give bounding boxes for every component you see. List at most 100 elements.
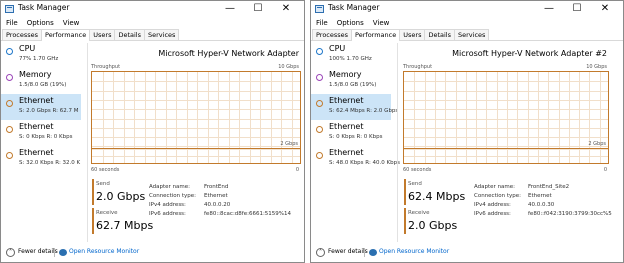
ipv4-address-value: 40.0.0.30 — [528, 202, 555, 208]
sidebar-item-detail: 100% 1.70 GHz — [329, 56, 372, 62]
minimize-icon[interactable]: — — [535, 1, 563, 17]
throughput-trace — [92, 148, 300, 150]
window-title: Task Manager — [18, 3, 70, 12]
sidebar-item-memory[interactable]: Memory 1.5/8.0 GB (19%) — [311, 68, 391, 94]
send-value: 2.0 Gbps — [96, 190, 146, 203]
sidebar-item-cpu[interactable]: CPU 100% 1.70 GHz — [311, 42, 391, 68]
send-value: 62.4 Mbps — [408, 190, 466, 203]
resource-ring-icon — [6, 48, 13, 55]
sidebar-item-detail: S: 2.0 Gbps R: 62.7 M — [19, 108, 79, 114]
connection-type-value: Ethernet — [528, 193, 552, 199]
sidebar-item-detail: S: 0 Kbps R: 0 Kbps — [19, 134, 73, 140]
throughput-label: Throughput — [403, 64, 433, 70]
menu-bar: File Options View — [311, 18, 623, 29]
sidebar-item-ethernet[interactable]: Ethernet S: 2.0 Gbps R: 62.7 M — [1, 94, 81, 120]
sidebar-item-name: CPU — [19, 44, 36, 53]
throughput-label: Throughput — [91, 64, 121, 70]
receive-indicator — [92, 208, 94, 234]
sidebar-item-ethernet[interactable]: Ethernet S: 48.0 Kbps R: 40.0 Kbps — [311, 146, 400, 172]
window-footer: ˄ Fewer details Open Resource Monitor — [1, 244, 304, 262]
adapter-title: Microsoft Hyper-V Network Adapter #2 — [452, 49, 607, 58]
title-bar[interactable]: Task Manager — ☐ ✕ — [1, 1, 304, 17]
menu-options[interactable]: Options — [27, 18, 54, 29]
tab-users[interactable]: Users — [399, 29, 426, 40]
adapter-name-label: Adapter name: — [474, 184, 516, 190]
throughput-trace — [404, 148, 608, 150]
resource-monitor-icon[interactable] — [369, 249, 377, 256]
ipv4-address-label: IPv4 address: — [474, 202, 511, 208]
sidebar-item-ethernet[interactable]: Ethernet S: 0 Kbps R: 0 Kbps — [311, 120, 391, 146]
chevron-up-icon[interactable]: ˄ — [6, 248, 15, 257]
scale-top-label: 10 Gbps — [586, 64, 607, 70]
receive-label: Receive — [408, 210, 430, 216]
tab-performance[interactable]: Performance — [41, 29, 91, 41]
minimize-icon[interactable]: — — [216, 1, 244, 17]
sidebar-divider — [87, 43, 88, 242]
chevron-up-icon[interactable]: ˄ — [316, 248, 325, 257]
menu-file[interactable]: File — [6, 18, 18, 29]
maximize-icon[interactable]: ☐ — [563, 1, 591, 17]
window-title: Task Manager — [328, 3, 380, 12]
ipv6-address-label: IPv6 address: — [474, 211, 511, 217]
tab-performance[interactable]: Performance — [351, 29, 401, 41]
task-manager-window-left: Task Manager — ☐ ✕ File Options View Processes P… — [0, 0, 305, 263]
sidebar-item-detail: S: 0 Kbps R: 0 Kbps — [329, 134, 383, 140]
fewer-details-link[interactable]: Fewer details — [18, 248, 58, 255]
resource-ring-icon — [6, 100, 13, 107]
sidebar-item-memory[interactable]: Memory 1.5/8.0 GB (19%) — [1, 68, 81, 94]
resource-ring-icon — [316, 74, 323, 81]
sidebar-item-ethernet[interactable]: Ethernet S: 0 Kbps R: 0 Kbps — [1, 120, 81, 146]
performance-sidebar: CPU 100% 1.70 GHz Memory 1.5/8.0 GB (19%) Et… — [311, 42, 400, 244]
resource-ring-icon — [6, 152, 13, 159]
menu-view[interactable]: View — [63, 18, 80, 29]
menu-file[interactable]: File — [316, 18, 328, 29]
sidebar-item-name: Memory — [329, 70, 362, 79]
menu-bar: File Options View — [1, 18, 304, 29]
receive-value: 62.7 Mbps — [96, 219, 154, 232]
tab-details[interactable]: Details — [114, 29, 145, 40]
open-resource-monitor-link[interactable]: Open Resource Monitor — [69, 248, 139, 255]
ipv6-address-value: fe80::8cac:d8fe:6661:5159%14 — [204, 211, 292, 217]
close-icon[interactable]: ✕ — [272, 1, 300, 17]
sidebar-item-name: CPU — [329, 44, 346, 53]
tab-details[interactable]: Details — [424, 29, 455, 40]
maximize-icon[interactable]: ☐ — [244, 1, 272, 17]
time-span-label: 60 seconds — [403, 167, 432, 173]
sidebar-item-cpu[interactable]: CPU 77% 1.70 GHz — [1, 42, 81, 68]
sidebar-item-detail: S: 62.4 Mbps R: 2.0 Gbps — [329, 108, 399, 114]
resource-ring-icon — [316, 48, 323, 55]
fewer-details-link[interactable]: Fewer details — [328, 248, 368, 255]
time-zero-label: 0 — [603, 167, 607, 173]
window-footer: ˄ Fewer details Open Resource Monitor — [311, 244, 623, 262]
receive-value: 2.0 Gbps — [408, 219, 458, 232]
send-indicator — [404, 179, 406, 205]
send-indicator — [92, 179, 94, 205]
resource-monitor-icon[interactable] — [59, 249, 67, 256]
connection-type-label: Connection type: — [474, 193, 522, 199]
window-controls: — ☐ ✕ — [535, 1, 619, 17]
window-controls: — ☐ ✕ — [216, 1, 300, 17]
footer-divider — [54, 248, 55, 257]
title-bar[interactable]: Task Manager — ☐ ✕ — [311, 1, 623, 17]
screenshot-root: Task Manager — ☐ ✕ File Options View Processes P… — [0, 0, 624, 263]
ipv4-address-value: 40.0.0.20 — [204, 202, 231, 208]
menu-view[interactable]: View — [373, 18, 390, 29]
tab-processes[interactable]: Processes — [2, 29, 43, 40]
tab-services[interactable]: Services — [144, 29, 180, 40]
menu-options[interactable]: Options — [337, 18, 364, 29]
sidebar-item-ethernet[interactable]: Ethernet S: 62.4 Mbps R: 2.0 Gbps — [311, 94, 398, 120]
sidebar-item-detail: S: 48.0 Kbps R: 40.0 Kbps — [329, 160, 400, 166]
footer-divider — [364, 248, 365, 257]
tab-processes[interactable]: Processes — [312, 29, 353, 40]
ipv4-address-label: IPv4 address: — [149, 202, 186, 208]
tab-services[interactable]: Services — [454, 29, 490, 40]
sidebar-item-detail: S: 32.0 Kbps R: 32.0 K — [19, 160, 81, 166]
adapter-name-label: Adapter name: — [149, 184, 191, 190]
sidebar-item-ethernet[interactable]: Ethernet S: 32.0 Kbps R: 32.0 K — [1, 146, 81, 172]
close-icon[interactable]: ✕ — [591, 1, 619, 17]
scale-top-label: 10 Gbps — [278, 64, 299, 70]
open-resource-monitor-link[interactable]: Open Resource Monitor — [379, 248, 449, 255]
tab-users[interactable]: Users — [89, 29, 116, 40]
sidebar-item-detail: 1.5/8.0 GB (19%) — [329, 82, 377, 88]
tab-bar: Processes Performance Users Details Services — [311, 29, 623, 41]
